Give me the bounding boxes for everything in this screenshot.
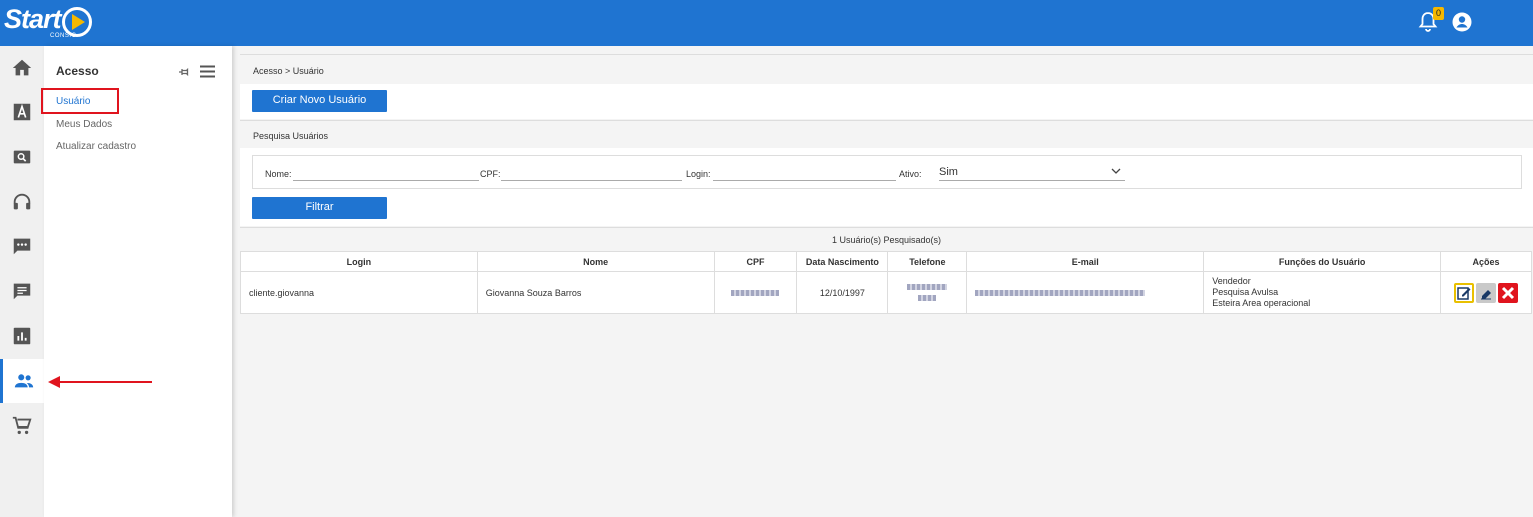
logo-subtitle: CONSIG bbox=[50, 33, 77, 39]
hamburger-menu-icon[interactable] bbox=[200, 65, 215, 78]
reset-button[interactable] bbox=[1475, 282, 1496, 303]
cpf-label: CPF: bbox=[480, 169, 501, 179]
account-icon[interactable] bbox=[1452, 12, 1472, 32]
notification-badge: 0 bbox=[1433, 7, 1444, 20]
breadcrumb-bar: Acesso > Usuário bbox=[240, 54, 1533, 84]
table-row: cliente.giovanna Giovanna Souza Barros 1… bbox=[240, 271, 1533, 314]
annotation-arrow bbox=[48, 376, 152, 388]
results-count: 1 Usuário(s) Pesquisado(s) bbox=[240, 227, 1533, 250]
ativo-label: Ativo: bbox=[899, 169, 922, 179]
submenu-item-atualizar-cadastro[interactable]: Atualizar cadastro bbox=[56, 141, 136, 152]
edit-button[interactable] bbox=[1453, 282, 1474, 303]
rail-reports[interactable] bbox=[0, 314, 44, 358]
ativo-select-value: Sim bbox=[939, 166, 958, 178]
cell-actions bbox=[1439, 271, 1533, 314]
edit-icon bbox=[1457, 286, 1471, 300]
col-acoes: Ações bbox=[1439, 251, 1533, 272]
funcao-item: Esteira Area operacional bbox=[1212, 298, 1311, 308]
top-bar: Start CONSIG 0 bbox=[0, 0, 1533, 46]
nome-input[interactable] bbox=[293, 180, 479, 181]
letter-a-icon bbox=[13, 103, 31, 121]
create-area: Criar Novo Usuário bbox=[240, 84, 1533, 119]
rail-search[interactable] bbox=[0, 135, 44, 179]
breadcrumb: Acesso > Usuário bbox=[253, 66, 324, 76]
col-email[interactable]: E-mail bbox=[966, 251, 1205, 272]
cart-icon bbox=[12, 416, 32, 435]
ativo-select[interactable]: Sim bbox=[939, 164, 1125, 181]
create-user-button[interactable]: Criar Novo Usuário bbox=[252, 90, 387, 112]
col-cpf[interactable]: CPF bbox=[713, 251, 798, 272]
rail-letter-a[interactable] bbox=[0, 90, 44, 134]
submenu-title: Acesso bbox=[56, 64, 99, 78]
table-header-row: Login Nome CPF Data Nascimento Telefone … bbox=[240, 251, 1533, 272]
cell-cpf-redacted bbox=[713, 271, 798, 314]
message-icon bbox=[13, 283, 31, 300]
icon-rail bbox=[0, 46, 44, 517]
cell-login: cliente.giovanna bbox=[240, 271, 478, 314]
search-card-icon bbox=[13, 150, 31, 164]
pin-icon[interactable] bbox=[178, 66, 190, 78]
headset-icon bbox=[13, 193, 31, 210]
chat-dots-icon bbox=[13, 238, 31, 255]
submenu-item-meus-dados[interactable]: Meus Dados bbox=[56, 119, 112, 130]
rail-home[interactable] bbox=[0, 46, 44, 90]
login-input[interactable] bbox=[713, 180, 896, 181]
users-icon bbox=[14, 374, 33, 388]
col-nome[interactable]: Nome bbox=[476, 251, 715, 272]
filter-area: Nome: CPF: Login: Ativo: Sim Filtrar bbox=[240, 148, 1533, 226]
cell-email-redacted bbox=[966, 271, 1205, 314]
filter-box: Nome: CPF: Login: Ativo: Sim bbox=[252, 155, 1522, 189]
cpf-input[interactable] bbox=[501, 180, 682, 181]
rail-support[interactable] bbox=[0, 180, 44, 224]
rail-chat[interactable] bbox=[0, 224, 44, 268]
col-login[interactable]: Login bbox=[240, 251, 478, 272]
cell-data-nascimento: 12/10/1997 bbox=[796, 271, 889, 314]
filter-button[interactable]: Filtrar bbox=[252, 197, 387, 219]
funcao-item: Pesquisa Avulsa bbox=[1212, 287, 1279, 297]
rail-users[interactable] bbox=[0, 359, 44, 403]
submenu-panel: Acesso Usuário Meus Dados Atualizar cada… bbox=[44, 46, 232, 517]
home-icon bbox=[12, 59, 32, 76]
annotation-highlight-box bbox=[41, 88, 119, 114]
rail-shop[interactable] bbox=[0, 404, 44, 448]
users-table: Login Nome CPF Data Nascimento Telefone … bbox=[240, 251, 1533, 314]
delete-button[interactable] bbox=[1497, 282, 1518, 303]
col-data-nascimento[interactable]: Data Nascimento bbox=[796, 251, 889, 272]
login-label: Login: bbox=[686, 169, 711, 179]
bar-chart-icon bbox=[13, 327, 31, 345]
nome-label: Nome: bbox=[265, 169, 292, 179]
cell-telefone-redacted bbox=[887, 271, 968, 314]
chevron-down-icon bbox=[1111, 168, 1121, 174]
search-section-title: Pesquisa Usuários bbox=[253, 131, 329, 141]
col-funcoes[interactable]: Funções do Usuário bbox=[1203, 251, 1441, 272]
logo-text: Start bbox=[4, 4, 62, 34]
eraser-icon bbox=[1480, 289, 1491, 299]
app-logo[interactable]: Start CONSIG bbox=[4, 2, 92, 42]
rail-messages[interactable] bbox=[0, 269, 44, 313]
funcao-item: Vendedor bbox=[1212, 276, 1251, 286]
col-telefone[interactable]: Telefone bbox=[887, 251, 968, 272]
search-section-bar: Pesquisa Usuários bbox=[240, 120, 1533, 148]
cell-nome: Giovanna Souza Barros bbox=[476, 271, 715, 314]
cell-funcoes: Vendedor Pesquisa Avulsa Esteira Area op… bbox=[1203, 271, 1441, 314]
close-icon bbox=[1501, 286, 1515, 299]
